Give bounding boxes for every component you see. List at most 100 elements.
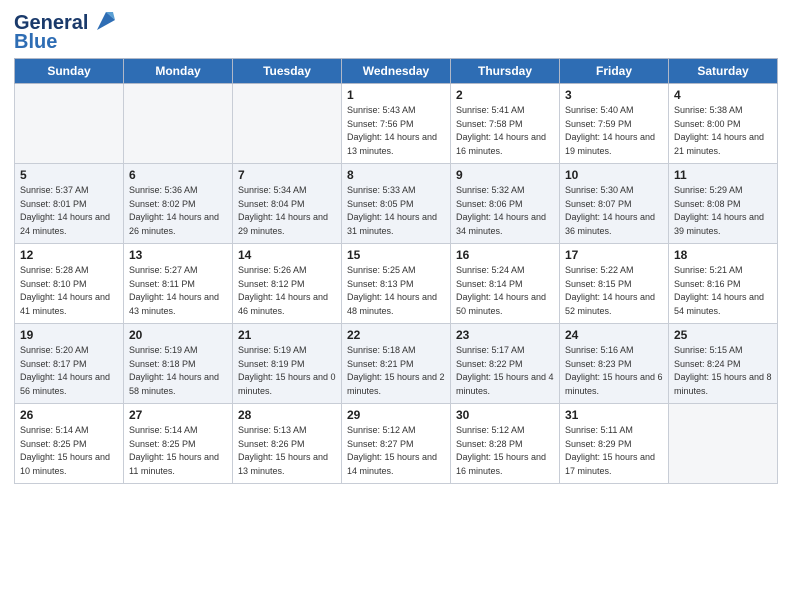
day-number: 6 xyxy=(129,168,227,182)
day-number: 21 xyxy=(238,328,336,342)
day-number: 12 xyxy=(20,248,118,262)
calendar-cell: 22Sunrise: 5:18 AMSunset: 8:21 PMDayligh… xyxy=(342,324,451,404)
day-number: 7 xyxy=(238,168,336,182)
calendar-cell xyxy=(233,84,342,164)
calendar-week-row: 12 Sunrise: 5:28 AMSunset: 8:10 PMDayligh… xyxy=(15,244,778,324)
logo-text-blue: Blue xyxy=(14,32,57,52)
weekday-header-tuesday: Tuesday xyxy=(233,59,342,84)
day-info: Sunrise: 5:11 AMSunset: 8:29 PMDaylight:… xyxy=(565,424,663,478)
day-info: Sunrise: 5:27 AMSunset: 8:11 PMDaylight:… xyxy=(129,264,227,318)
day-info: Sunrise: 5:19 AMSunset: 8:19 PMDaylight:… xyxy=(238,344,336,398)
calendar-cell: 2 Sunrise: 5:41 AMSunset: 7:58 PMDaylight… xyxy=(451,84,560,164)
day-number: 19 xyxy=(20,328,118,342)
logo: General Blue xyxy=(14,10,121,52)
day-number: 3 xyxy=(565,88,663,102)
day-info: Sunrise: 5:16 AMSunset: 8:23 PMDaylight:… xyxy=(565,344,663,398)
day-number: 22 xyxy=(347,328,445,342)
day-number: 4 xyxy=(674,88,772,102)
weekday-header-row: SundayMondayTuesdayWednesdayThursdayFrid… xyxy=(15,59,778,84)
day-info: Sunrise: 5:33 AMSunset: 8:05 PMDaylight:… xyxy=(347,184,445,238)
calendar-cell: 27Sunrise: 5:14 AMSunset: 8:25 PMDayligh… xyxy=(124,404,233,484)
day-info: Sunrise: 5:24 AMSunset: 8:14 PMDaylight:… xyxy=(456,264,554,318)
day-info: Sunrise: 5:20 AMSunset: 8:17 PMDaylight:… xyxy=(20,344,118,398)
day-number: 28 xyxy=(238,408,336,422)
day-number: 26 xyxy=(20,408,118,422)
calendar-cell: 8 Sunrise: 5:33 AMSunset: 8:05 PMDaylight… xyxy=(342,164,451,244)
calendar-cell: 20 Sunrise: 5:19 AMSunset: 8:18 PMDayligh… xyxy=(124,324,233,404)
day-number: 24 xyxy=(565,328,663,342)
calendar-week-row: 5 Sunrise: 5:37 AMSunset: 8:01 PMDaylight… xyxy=(15,164,778,244)
day-number: 2 xyxy=(456,88,554,102)
day-info: Sunrise: 5:12 AMSunset: 8:28 PMDaylight:… xyxy=(456,424,554,478)
day-info: Sunrise: 5:37 AMSunset: 8:01 PMDaylight:… xyxy=(20,184,118,238)
calendar-cell: 5 Sunrise: 5:37 AMSunset: 8:01 PMDaylight… xyxy=(15,164,124,244)
calendar-cell: 14 Sunrise: 5:26 AMSunset: 8:12 PMDayligh… xyxy=(233,244,342,324)
day-number: 10 xyxy=(565,168,663,182)
calendar-cell: 15 Sunrise: 5:25 AMSunset: 8:13 PMDayligh… xyxy=(342,244,451,324)
calendar-cell xyxy=(15,84,124,164)
day-number: 16 xyxy=(456,248,554,262)
day-info: Sunrise: 5:38 AMSunset: 8:00 PMDaylight:… xyxy=(674,104,772,158)
calendar-cell: 10 Sunrise: 5:30 AMSunset: 8:07 PMDayligh… xyxy=(560,164,669,244)
calendar-cell: 21 Sunrise: 5:19 AMSunset: 8:19 PMDayligh… xyxy=(233,324,342,404)
day-info: Sunrise: 5:40 AMSunset: 7:59 PMDaylight:… xyxy=(565,104,663,158)
day-info: Sunrise: 5:34 AMSunset: 8:04 PMDaylight:… xyxy=(238,184,336,238)
day-info: Sunrise: 5:43 AMSunset: 7:56 PMDaylight:… xyxy=(347,104,445,158)
day-info: Sunrise: 5:30 AMSunset: 8:07 PMDaylight:… xyxy=(565,184,663,238)
day-info: Sunrise: 5:28 AMSunset: 8:10 PMDaylight:… xyxy=(20,264,118,318)
day-info: Sunrise: 5:13 AMSunset: 8:26 PMDaylight:… xyxy=(238,424,336,478)
day-info: Sunrise: 5:14 AMSunset: 8:25 PMDaylight:… xyxy=(20,424,118,478)
calendar-cell: 4 Sunrise: 5:38 AMSunset: 8:00 PMDaylight… xyxy=(669,84,778,164)
calendar: SundayMondayTuesdayWednesdayThursdayFrid… xyxy=(14,58,778,484)
calendar-cell: 17Sunrise: 5:22 AMSunset: 8:15 PMDayligh… xyxy=(560,244,669,324)
day-number: 1 xyxy=(347,88,445,102)
day-info: Sunrise: 5:19 AMSunset: 8:18 PMDaylight:… xyxy=(129,344,227,398)
calendar-cell: 24 Sunrise: 5:16 AMSunset: 8:23 PMDayligh… xyxy=(560,324,669,404)
day-info: Sunrise: 5:29 AMSunset: 8:08 PMDaylight:… xyxy=(674,184,772,238)
day-number: 20 xyxy=(129,328,227,342)
calendar-cell: 29Sunrise: 5:12 AMSunset: 8:27 PMDayligh… xyxy=(342,404,451,484)
day-number: 9 xyxy=(456,168,554,182)
weekday-header-monday: Monday xyxy=(124,59,233,84)
weekday-header-wednesday: Wednesday xyxy=(342,59,451,84)
day-number: 17 xyxy=(565,248,663,262)
calendar-week-row: 26 Sunrise: 5:14 AMSunset: 8:25 PMDayligh… xyxy=(15,404,778,484)
day-info: Sunrise: 5:25 AMSunset: 8:13 PMDaylight:… xyxy=(347,264,445,318)
day-number: 8 xyxy=(347,168,445,182)
calendar-cell: 6 Sunrise: 5:36 AMSunset: 8:02 PMDaylight… xyxy=(124,164,233,244)
day-number: 11 xyxy=(674,168,772,182)
day-number: 25 xyxy=(674,328,772,342)
weekday-header-friday: Friday xyxy=(560,59,669,84)
calendar-cell: 7 Sunrise: 5:34 AMSunset: 8:04 PMDaylight… xyxy=(233,164,342,244)
day-number: 13 xyxy=(129,248,227,262)
calendar-cell: 19 Sunrise: 5:20 AMSunset: 8:17 PMDayligh… xyxy=(15,324,124,404)
day-info: Sunrise: 5:41 AMSunset: 7:58 PMDaylight:… xyxy=(456,104,554,158)
weekday-header-saturday: Saturday xyxy=(669,59,778,84)
day-info: Sunrise: 5:26 AMSunset: 8:12 PMDaylight:… xyxy=(238,264,336,318)
calendar-cell: 3 Sunrise: 5:40 AMSunset: 7:59 PMDaylight… xyxy=(560,84,669,164)
day-info: Sunrise: 5:17 AMSunset: 8:22 PMDaylight:… xyxy=(456,344,554,398)
calendar-cell: 1 Sunrise: 5:43 AMSunset: 7:56 PMDaylight… xyxy=(342,84,451,164)
day-number: 30 xyxy=(456,408,554,422)
calendar-cell: 23 Sunrise: 5:17 AMSunset: 8:22 PMDayligh… xyxy=(451,324,560,404)
calendar-cell: 11 Sunrise: 5:29 AMSunset: 8:08 PMDayligh… xyxy=(669,164,778,244)
calendar-cell: 16 Sunrise: 5:24 AMSunset: 8:14 PMDayligh… xyxy=(451,244,560,324)
calendar-cell: 31Sunrise: 5:11 AMSunset: 8:29 PMDayligh… xyxy=(560,404,669,484)
day-info: Sunrise: 5:21 AMSunset: 8:16 PMDaylight:… xyxy=(674,264,772,318)
logo-text-general: General xyxy=(14,13,88,33)
day-number: 14 xyxy=(238,248,336,262)
day-number: 15 xyxy=(347,248,445,262)
calendar-cell: 18Sunrise: 5:21 AMSunset: 8:16 PMDayligh… xyxy=(669,244,778,324)
page: General Blue SundayMondayTuesdayWednesda… xyxy=(0,0,792,612)
calendar-cell: 28 Sunrise: 5:13 AMSunset: 8:26 PMDayligh… xyxy=(233,404,342,484)
calendar-week-row: 1 Sunrise: 5:43 AMSunset: 7:56 PMDaylight… xyxy=(15,84,778,164)
day-number: 23 xyxy=(456,328,554,342)
calendar-cell: 30 Sunrise: 5:12 AMSunset: 8:28 PMDayligh… xyxy=(451,404,560,484)
weekday-header-thursday: Thursday xyxy=(451,59,560,84)
header: General Blue xyxy=(14,10,778,52)
day-number: 5 xyxy=(20,168,118,182)
calendar-cell: 13 Sunrise: 5:27 AMSunset: 8:11 PMDayligh… xyxy=(124,244,233,324)
calendar-cell xyxy=(669,404,778,484)
calendar-cell xyxy=(124,84,233,164)
day-info: Sunrise: 5:36 AMSunset: 8:02 PMDaylight:… xyxy=(129,184,227,238)
